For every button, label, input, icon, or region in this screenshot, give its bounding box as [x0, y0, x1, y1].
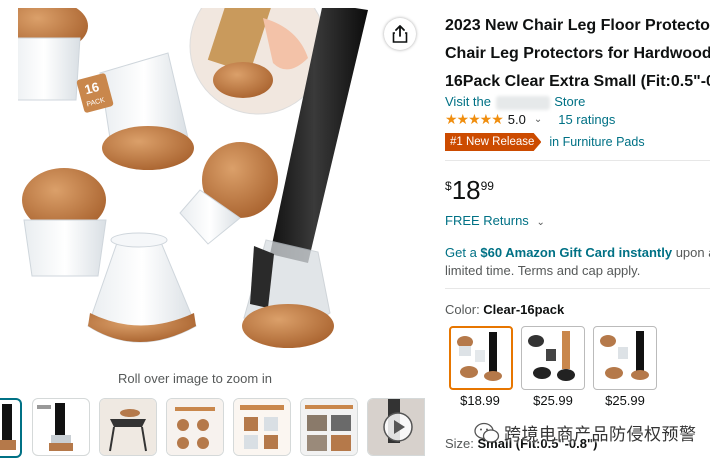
price-symbol: $ [445, 179, 452, 193]
swatch-price-1: $18.99 [460, 393, 500, 408]
color-swatch-2[interactable] [521, 326, 585, 390]
swatch-price-3: $25.99 [605, 393, 645, 408]
color-label: Color: [445, 302, 484, 317]
price: $ 18 99 [445, 175, 494, 205]
divider [445, 160, 710, 161]
chevron-down-icon: ⌄ [536, 217, 545, 228]
rating-row: ★★★★★ 5.0 ⌄ 15 ratings [445, 111, 615, 128]
store-link[interactable]: Visit the Store [445, 94, 585, 110]
color-value: Clear-16pack [483, 302, 565, 317]
color-selector-label: Color: Clear-16pack [445, 302, 564, 317]
thumbnail-2[interactable] [32, 398, 90, 456]
thumbnail-1[interactable] [0, 398, 22, 458]
thumbnail-video[interactable] [367, 398, 425, 456]
watermark: 跨境电商产品防侵权预警 [474, 420, 697, 445]
title-line-2: Chair Leg Protectors for Hardwood Floors… [445, 45, 710, 62]
free-returns-link[interactable]: FREE Returns ⌄ [445, 213, 545, 228]
size-label: Size: [445, 436, 478, 451]
zoom-hint: Roll over image to zoom in [118, 371, 272, 386]
color-swatch-clear-16pack[interactable] [449, 326, 513, 390]
watermark-text: 跨境电商产品防侵权预警 [504, 425, 697, 444]
best-seller-row: #1 New Release in Furniture Pads [445, 133, 645, 151]
title-line-1: 2023 New Chair Leg Floor Protectors, [445, 17, 710, 34]
gift-rest: upon approval for Amazon Visa [675, 245, 710, 260]
share-icon [392, 25, 408, 43]
product-photo: 16 PACK [18, 8, 368, 348]
thumbnail-5[interactable] [233, 398, 291, 456]
star-rating-icon[interactable]: ★★★★★ [445, 111, 504, 128]
wechat-logo-icon [474, 422, 500, 443]
title-line-3: 16Pack Clear Extra Small (Fit:0.5"-0.8") [445, 73, 710, 90]
badge-category-link[interactable]: in Furniture Pads [549, 135, 644, 149]
chevron-down-icon[interactable]: ⌄ [534, 114, 542, 125]
share-button[interactable] [384, 18, 416, 50]
gift-card-offer: Get a $60 Amazon Gift Card instantly upo… [445, 244, 710, 280]
store-suffix: Store [554, 94, 586, 109]
store-name-redacted [495, 95, 550, 110]
gift-terms: limited time. Terms and cap apply. [445, 263, 641, 278]
color-swatch-3[interactable] [593, 326, 657, 390]
new-release-badge[interactable]: #1 New Release [445, 133, 542, 151]
product-title: 2023 New Chair Leg Floor Protectors, Cha… [445, 12, 710, 96]
thumbnail-6[interactable] [300, 398, 358, 456]
main-product-image[interactable]: 16 PACK [18, 8, 372, 364]
gift-offer-link[interactable]: $60 Amazon Gift Card instantly [480, 245, 672, 260]
ratings-count-link[interactable]: 15 ratings [558, 112, 615, 127]
gift-prefix: Get a [445, 245, 481, 260]
swatch-price-2: $25.99 [533, 393, 573, 408]
price-whole: 18 [451, 175, 481, 205]
divider [445, 288, 710, 289]
price-fraction: 99 [480, 179, 494, 193]
store-prefix: Visit the [445, 94, 492, 109]
returns-label: FREE Returns [445, 213, 529, 228]
thumbnail-3[interactable] [99, 398, 157, 456]
thumbnail-4[interactable] [166, 398, 224, 456]
rating-value: 5.0 [507, 112, 526, 127]
